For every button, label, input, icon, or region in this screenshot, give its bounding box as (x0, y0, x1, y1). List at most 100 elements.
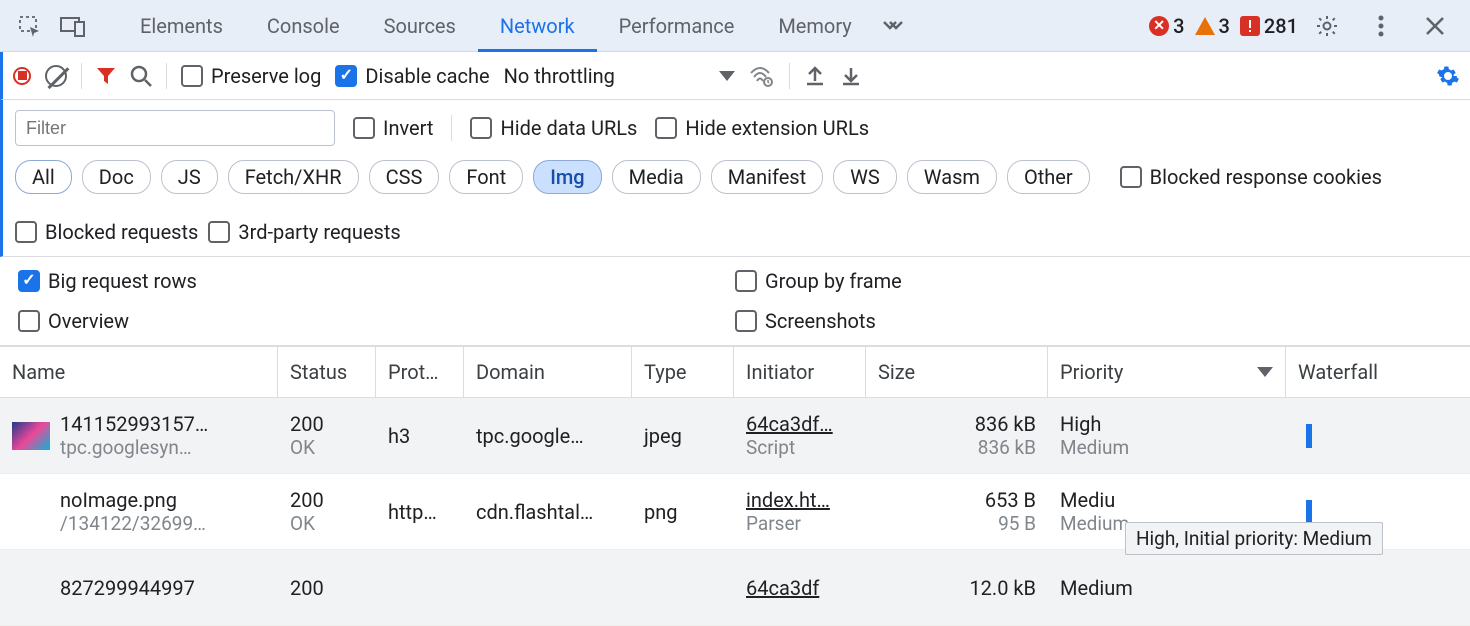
requests-table: Name Status Prot… Domain Type Initiator … (0, 346, 1470, 626)
filter-pill-ws[interactable]: WS (833, 160, 897, 194)
big-rows-checkbox[interactable]: Big request rows (18, 269, 735, 293)
resource-type-filter: All Doc JS Fetch/XHR CSS Font Img Media Manifest… (0, 156, 1470, 257)
filter-pill-all[interactable]: All (15, 160, 72, 194)
device-toolbar-icon[interactable] (54, 7, 92, 45)
domain: tpc.google… (476, 424, 620, 448)
filter-pill-font[interactable]: Font (449, 160, 523, 194)
waterfall-bar (1306, 424, 1312, 448)
initiator-link[interactable]: 64ca3df… (746, 412, 854, 436)
initial-priority: Medium (1060, 436, 1274, 459)
throttling-value: No throttling (504, 64, 615, 88)
overview-checkbox[interactable]: Overview (18, 309, 735, 333)
request-name: noImage.png (60, 488, 206, 512)
col-size[interactable]: Size (866, 347, 1048, 397)
inspect-icon[interactable] (10, 7, 48, 45)
type: png (644, 500, 722, 524)
blocked-cookies-checkbox[interactable]: Blocked response cookies (1120, 165, 1382, 189)
request-path: /134122/32699… (60, 512, 206, 535)
screenshots-checkbox[interactable]: Screenshots (735, 309, 1452, 333)
filter-pill-js[interactable]: JS (161, 160, 218, 194)
priority: High (1060, 412, 1274, 436)
filter-pill-manifest[interactable]: Manifest (711, 160, 823, 194)
col-status[interactable]: Status (278, 347, 376, 397)
invert-checkbox[interactable]: Invert (353, 116, 433, 140)
filter-input[interactable] (15, 110, 335, 146)
filter-pill-wasm[interactable]: Wasm (907, 160, 997, 194)
table-row[interactable]: 827299944997 200 64ca3df 12.0 kB Medium (0, 550, 1470, 626)
issue-count[interactable]: 281 (1240, 14, 1298, 38)
kebab-menu-icon[interactable] (1362, 7, 1400, 45)
request-name: 827299944997 (60, 576, 195, 600)
status-text: OK (290, 436, 364, 459)
col-waterfall[interactable]: Waterfall (1286, 347, 1470, 397)
preserve-log-label: Preserve log (211, 64, 321, 88)
initiator-link[interactable]: index.ht… (746, 488, 854, 512)
network-settings-gear-icon[interactable] (1436, 64, 1460, 88)
throttling-select[interactable]: No throttling (504, 64, 735, 88)
table-row[interactable]: 141152993157…tpc.googlesyn…200OKh3tpc.go… (0, 398, 1470, 474)
close-icon[interactable] (1416, 7, 1454, 45)
hide-extension-urls-checkbox[interactable]: Hide extension URLs (655, 116, 869, 140)
size: 836 kB (975, 412, 1036, 436)
chevron-down-icon (719, 71, 735, 81)
protocol: http… (388, 500, 452, 524)
tab-network[interactable]: Network (478, 0, 597, 52)
tab-elements[interactable]: Elements (118, 0, 245, 52)
request-thumbnail (12, 422, 50, 450)
filter-pill-img[interactable]: Img (533, 160, 601, 194)
clear-button[interactable] (45, 65, 67, 87)
settings-gear-icon[interactable] (1308, 7, 1346, 45)
filter-pill-fetch-xhr[interactable]: Fetch/XHR (228, 160, 359, 194)
col-type[interactable]: Type (632, 347, 734, 397)
col-priority[interactable]: Priority (1048, 347, 1286, 397)
tab-sources[interactable]: Sources (362, 0, 478, 52)
size: 653 B (985, 488, 1036, 512)
sort-desc-icon (1257, 367, 1273, 377)
preserve-log-checkbox[interactable]: Preserve log (181, 64, 321, 88)
tab-console[interactable]: Console (245, 0, 362, 52)
type: jpeg (644, 424, 722, 448)
col-name[interactable]: Name (0, 347, 278, 397)
warning-count[interactable]: 3 (1195, 14, 1230, 38)
third-party-checkbox[interactable]: 3rd-party requests (208, 220, 400, 244)
priority: Medium (1060, 576, 1274, 600)
error-count[interactable]: ✕ 3 (1149, 14, 1184, 38)
initiator-link[interactable]: 64ca3df (746, 576, 854, 600)
blocked-requests-checkbox[interactable]: Blocked requests (15, 220, 198, 244)
group-by-frame-checkbox[interactable]: Group by frame (735, 269, 1452, 293)
status-code: 200 (290, 576, 364, 600)
filter-bar: Invert Hide data URLs Hide extension URL… (0, 100, 1470, 156)
priority-tooltip: High, Initial priority: Medium (1125, 522, 1383, 555)
tab-memory[interactable]: Memory (756, 0, 873, 52)
col-initiator[interactable]: Initiator (734, 347, 866, 397)
priority: Mediu (1060, 488, 1274, 512)
download-har-icon[interactable] (840, 65, 862, 87)
filter-pill-other[interactable]: Other (1007, 160, 1090, 194)
record-button[interactable] (13, 67, 31, 85)
request-path: tpc.googlesyn… (60, 436, 208, 459)
filter-pill-doc[interactable]: Doc (82, 160, 151, 194)
initiator-type: Parser (746, 512, 854, 535)
filter-icon[interactable] (96, 66, 116, 86)
col-domain[interactable]: Domain (464, 347, 632, 397)
display-options: Big request rows Overview Group by frame… (0, 257, 1470, 346)
disable-cache-label: Disable cache (365, 64, 489, 88)
size: 12.0 kB (969, 576, 1036, 600)
network-conditions-icon[interactable] (749, 65, 775, 87)
more-tabs-icon[interactable] (874, 7, 912, 45)
disable-cache-checkbox[interactable]: Disable cache (335, 64, 489, 88)
protocol: h3 (388, 424, 452, 448)
upload-har-icon[interactable] (804, 65, 826, 87)
hide-data-urls-checkbox[interactable]: Hide data URLs (470, 116, 637, 140)
table-header: Name Status Prot… Domain Type Initiator … (0, 346, 1470, 398)
status-code: 200 (290, 488, 364, 512)
tab-performance[interactable]: Performance (597, 0, 757, 52)
filter-pill-css[interactable]: CSS (369, 160, 440, 194)
waterfall-bar (1306, 500, 1312, 524)
col-protocol[interactable]: Prot… (376, 347, 464, 397)
error-count-value: 3 (1173, 14, 1184, 38)
search-icon[interactable] (130, 65, 152, 87)
status-code: 200 (290, 412, 364, 436)
filter-pill-media[interactable]: Media (612, 160, 701, 194)
network-toolbar: Preserve log Disable cache No throttling (0, 52, 1470, 100)
